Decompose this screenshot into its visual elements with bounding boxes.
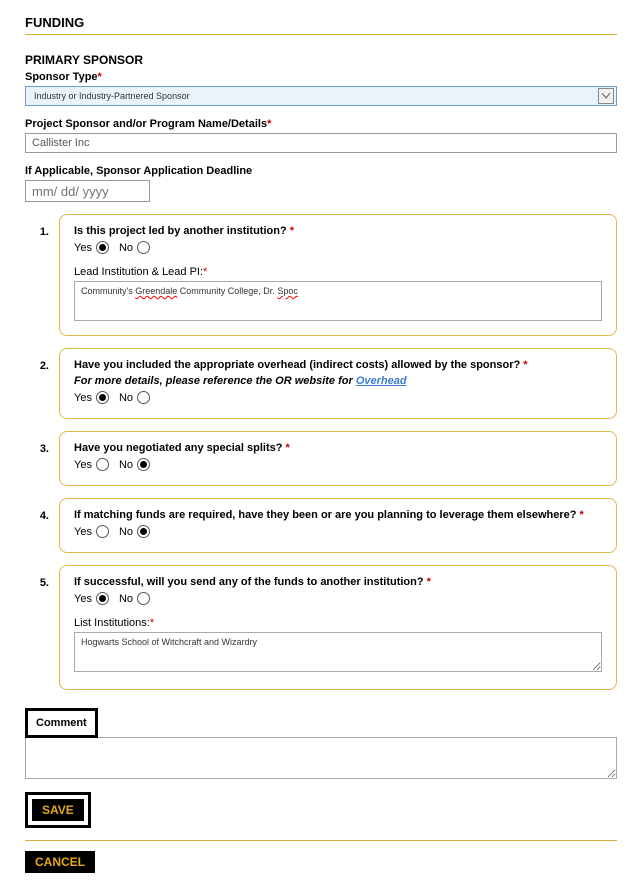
yes-label: Yes (74, 392, 92, 404)
question-box: If successful, will you send any of the … (59, 565, 617, 690)
q4-no-radio[interactable] (137, 525, 150, 538)
divider (25, 34, 617, 35)
sponsor-type-select[interactable]: Industry or Industry-Partnered Sponsor (25, 86, 617, 106)
save-button-highlight: SAVE (25, 792, 91, 828)
sponsor-type-value: Industry or Industry-Partnered Sponsor (26, 91, 598, 101)
sponsor-type-label: Sponsor Type* (25, 71, 617, 83)
q4-yes-radio[interactable] (96, 525, 109, 538)
yes-label: Yes (74, 459, 92, 471)
cancel-button[interactable]: CANCEL (25, 851, 95, 873)
comment-input[interactable] (25, 737, 617, 779)
question-text: If successful, will you send any of the … (74, 576, 602, 588)
q3-yes-radio[interactable] (96, 458, 109, 471)
lead-institution-label: Lead Institution & Lead PI:* (74, 266, 602, 278)
q1-no-radio[interactable] (137, 241, 150, 254)
list-institutions-label: List Institutions:* (74, 617, 602, 629)
question-text: Have you included the appropriate overhe… (74, 359, 602, 371)
chevron-down-icon (598, 88, 614, 104)
lead-institution-input[interactable]: Community's Greendale Community College,… (74, 281, 602, 321)
q2-no-radio[interactable] (137, 391, 150, 404)
question-number: 2. (25, 348, 59, 419)
page-title: FUNDING (25, 15, 617, 30)
save-button[interactable]: SAVE (32, 799, 84, 821)
no-label: No (119, 242, 133, 254)
question-number: 1. (25, 214, 59, 336)
project-sponsor-input[interactable] (25, 133, 617, 153)
question-number: 3. (25, 431, 59, 486)
q2-yes-radio[interactable] (96, 391, 109, 404)
q3-no-radio[interactable] (137, 458, 150, 471)
no-label: No (119, 593, 133, 605)
divider (25, 840, 617, 841)
question-box: If matching funds are required, have the… (59, 498, 617, 553)
comment-label: Comment (25, 708, 98, 738)
list-institutions-input[interactable] (74, 632, 602, 672)
q1-yes-radio[interactable] (96, 241, 109, 254)
q5-no-radio[interactable] (137, 592, 150, 605)
question-box: Is this project led by another instituti… (59, 214, 617, 336)
question-box: Have you included the appropriate overhe… (59, 348, 617, 419)
no-label: No (119, 526, 133, 538)
question-box: Have you negotiated any special splits? … (59, 431, 617, 486)
deadline-input[interactable] (25, 180, 150, 202)
question-number: 5. (25, 565, 59, 690)
no-label: No (119, 392, 133, 404)
question-number: 4. (25, 498, 59, 553)
yes-label: Yes (74, 593, 92, 605)
overhead-link[interactable]: Overhead (356, 375, 407, 387)
question-text: If matching funds are required, have the… (74, 509, 602, 521)
primary-sponsor-title: PRIMARY SPONSOR (25, 53, 617, 67)
question-text: Have you negotiated any special splits? … (74, 442, 602, 454)
yes-label: Yes (74, 526, 92, 538)
question-note: For more details, please reference the O… (74, 375, 602, 387)
no-label: No (119, 459, 133, 471)
project-sponsor-label: Project Sponsor and/or Program Name/Deta… (25, 118, 617, 130)
q5-yes-radio[interactable] (96, 592, 109, 605)
deadline-label: If Applicable, Sponsor Application Deadl… (25, 165, 617, 177)
question-text: Is this project led by another instituti… (74, 225, 602, 237)
yes-label: Yes (74, 242, 92, 254)
